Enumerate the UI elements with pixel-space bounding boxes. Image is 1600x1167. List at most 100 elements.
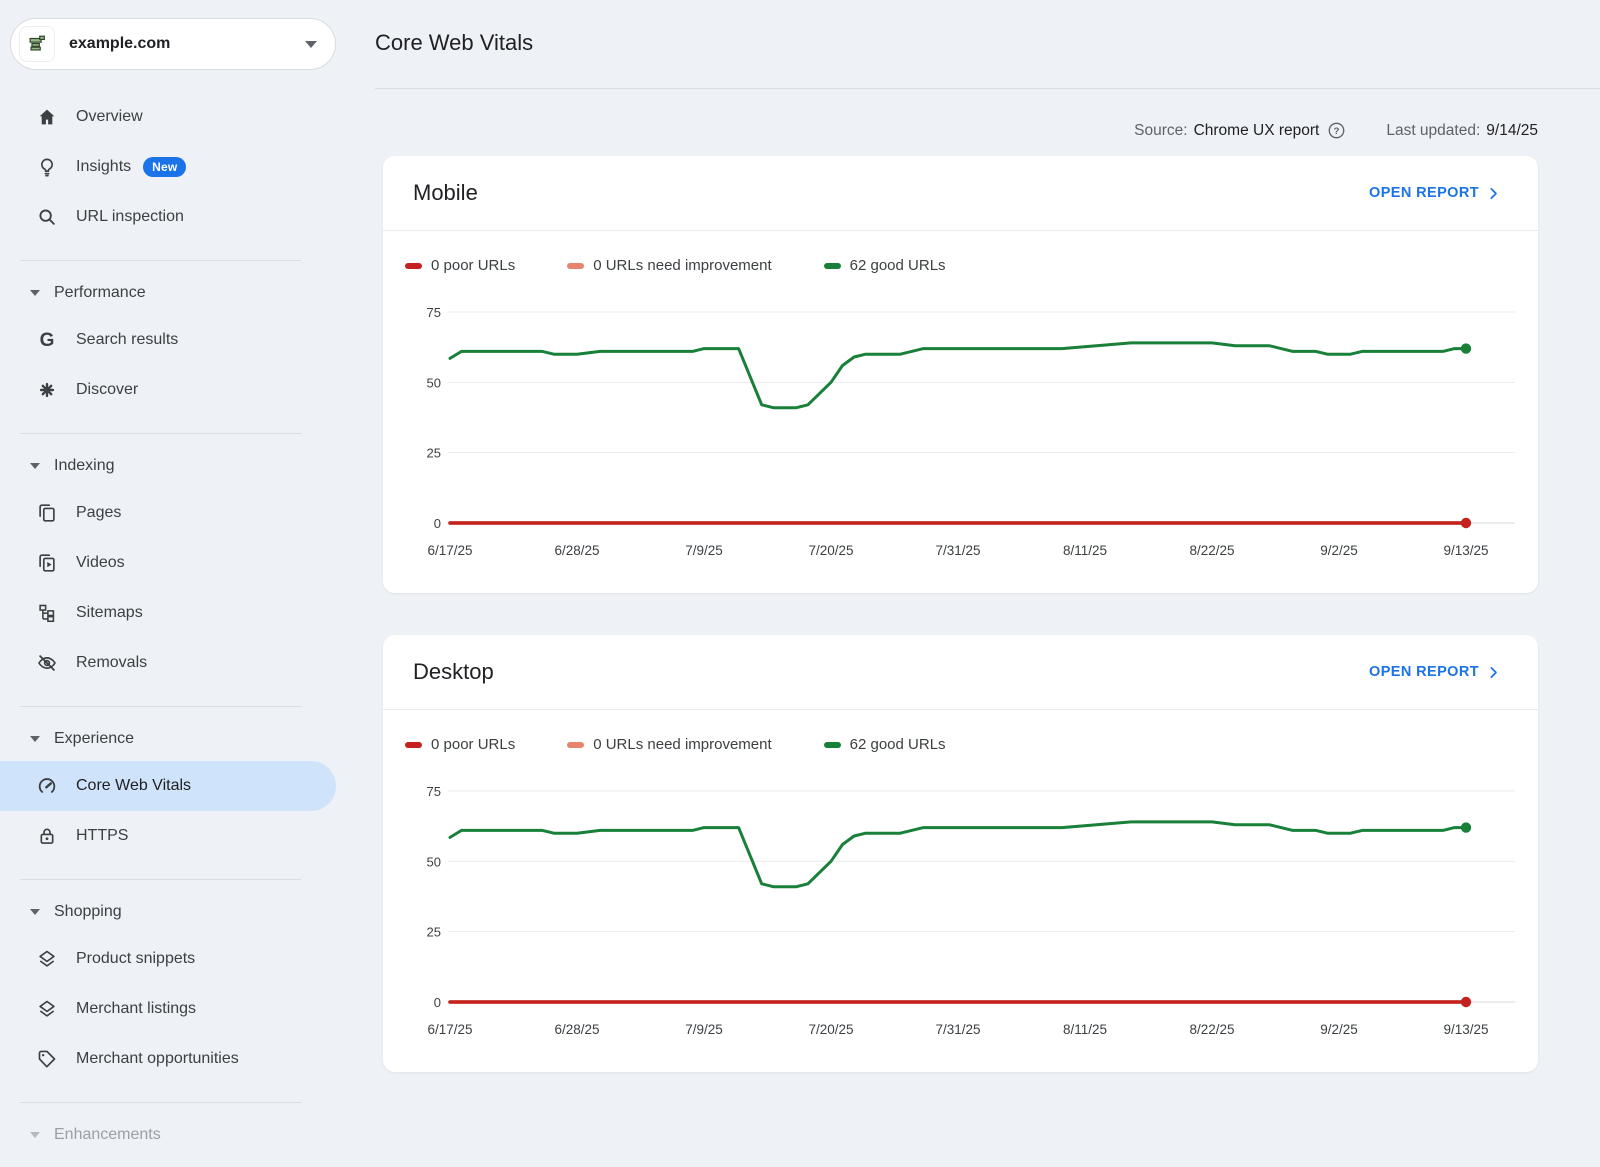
- sidebar-item-overview[interactable]: Overview: [0, 92, 336, 142]
- y-tick-label: 25: [427, 925, 441, 940]
- x-tick-label: 8/11/25: [1063, 1022, 1107, 1037]
- property-name: example.com: [69, 35, 305, 53]
- sidebar-item-label: Discover: [76, 381, 138, 399]
- sidebar-item-sitemaps[interactable]: Sitemaps: [0, 588, 336, 638]
- sidebar-item-search-results[interactable]: G Search results: [0, 315, 336, 365]
- source-link[interactable]: Chrome UX report: [1194, 122, 1320, 140]
- desktop-card: Desktop OPEN REPORT 0 poor URLs 0 URLs n…: [383, 635, 1538, 1072]
- card-title: Desktop: [413, 659, 494, 685]
- section-header-indexing[interactable]: Indexing: [0, 444, 336, 488]
- section-label: Indexing: [54, 457, 115, 475]
- section-header-enhancements[interactable]: Enhancements: [0, 1113, 336, 1157]
- x-tick-label: 7/20/25: [808, 1022, 853, 1037]
- y-tick-label: 50: [427, 854, 441, 869]
- layers-icon: [36, 998, 58, 1020]
- sidebar-item-merchant-opportunities[interactable]: Merchant opportunities: [0, 1034, 336, 1084]
- property-selector[interactable]: example.com: [10, 18, 336, 70]
- chevron-right-icon: [1485, 185, 1502, 202]
- sidebar-item-label: Merchant opportunities: [76, 1050, 239, 1068]
- x-tick-label: 6/17/25: [427, 1022, 472, 1037]
- x-tick-label: 6/28/25: [554, 543, 599, 558]
- search-icon: [36, 206, 58, 228]
- asterisk-icon: [36, 379, 58, 401]
- svg-text:?: ?: [1334, 126, 1340, 137]
- y-tick-label: 25: [427, 446, 441, 461]
- site-favicon: [19, 26, 55, 62]
- sidebar-nav: Overview Insights New URL ins: [0, 92, 336, 1157]
- good-urls-dash: [824, 742, 841, 748]
- x-tick-label: 9/13/25: [1443, 543, 1488, 558]
- tag-icon: [36, 1048, 58, 1070]
- x-tick-label: 7/9/25: [685, 1022, 723, 1037]
- google-g-icon: G: [36, 329, 58, 351]
- x-tick-label: 8/22/25: [1189, 1022, 1234, 1037]
- sidebar-item-pages[interactable]: Pages: [0, 488, 336, 538]
- mobile-card: Mobile OPEN REPORT 0 poor URLs 0 URLs ne…: [383, 156, 1538, 593]
- source-label: Source:: [1134, 122, 1187, 140]
- y-tick-label: 0: [434, 995, 441, 1010]
- header-divider: [375, 88, 1600, 89]
- sidebar-item-label: HTTPS: [76, 827, 128, 845]
- sidebar-item-discover[interactable]: Discover: [0, 365, 336, 415]
- section-header-shopping[interactable]: Shopping: [0, 890, 336, 934]
- open-report-button[interactable]: OPEN REPORT: [1369, 664, 1502, 681]
- sidebar-item-label: URL inspection: [76, 208, 184, 226]
- x-tick-label: 7/9/25: [685, 543, 723, 558]
- sidebar-item-removals[interactable]: Removals: [0, 638, 336, 688]
- y-tick-label: 75: [427, 305, 441, 320]
- sidebar-item-insights[interactable]: Insights New: [0, 142, 336, 192]
- sidebar-item-core-web-vitals[interactable]: Core Web Vitals: [0, 761, 336, 811]
- home-icon: [36, 106, 58, 128]
- legend-label: 0 URLs need improvement: [593, 736, 771, 753]
- sidebar-item-merchant-listings[interactable]: Merchant listings: [0, 984, 336, 1034]
- main-content: Core Web Vitals Source: Chrome UX report…: [336, 0, 1600, 1167]
- needs-improvement-dash: [567, 263, 584, 269]
- legend-item-good: 62 good URLs: [824, 736, 946, 753]
- sidebar-divider: [20, 879, 301, 880]
- sidebar-item-https[interactable]: HTTPS: [0, 811, 336, 861]
- legend-item-needs-improvement: 0 URLs need improvement: [567, 736, 771, 753]
- sidebar-item-label: Videos: [76, 554, 125, 572]
- sidebar-item-label: Overview: [76, 108, 143, 126]
- sidebar-item-url-inspection[interactable]: URL inspection: [0, 192, 336, 242]
- sidebar-item-label: Core Web Vitals: [76, 777, 191, 795]
- open-report-button[interactable]: OPEN REPORT: [1369, 185, 1502, 202]
- speedometer-icon: [36, 775, 58, 797]
- series-line: [450, 822, 1466, 887]
- legend-item-poor: 0 poor URLs: [405, 736, 515, 753]
- report-meta: Source: Chrome UX report ? Last updated:…: [375, 121, 1538, 140]
- chevron-down-icon: [305, 41, 317, 48]
- sitemap-icon: [36, 602, 58, 624]
- sidebar-item-label: Removals: [76, 654, 147, 672]
- good-urls-dash: [824, 263, 841, 269]
- open-report-label: OPEN REPORT: [1369, 185, 1479, 201]
- legend-item-poor: 0 poor URLs: [405, 257, 515, 274]
- chart-legend: 0 poor URLs 0 URLs need improvement 62 g…: [403, 736, 1518, 753]
- legend-label: 0 poor URLs: [431, 736, 515, 753]
- legend-label: 0 URLs need improvement: [593, 257, 771, 274]
- lock-icon: [36, 825, 58, 847]
- sidebar-item-label: Product snippets: [76, 950, 195, 968]
- series-end-dot: [1461, 997, 1471, 1007]
- videos-icon: [36, 552, 58, 574]
- app-root: example.com Overview Insights New: [0, 0, 1600, 1167]
- poor-urls-dash: [405, 263, 422, 269]
- x-tick-label: 6/17/25: [427, 543, 472, 558]
- lightbulb-icon: [36, 156, 58, 178]
- legend-label: 62 good URLs: [850, 257, 946, 274]
- legend-label: 62 good URLs: [850, 736, 946, 753]
- sidebar-item-product-snippets[interactable]: Product snippets: [0, 934, 336, 984]
- section-label: Experience: [54, 730, 134, 748]
- help-icon[interactable]: ?: [1327, 121, 1346, 140]
- x-tick-label: 6/28/25: [554, 1022, 599, 1037]
- sidebar-item-label: Search results: [76, 331, 178, 349]
- collapse-triangle-icon: [30, 463, 40, 469]
- card-body: 0 poor URLs 0 URLs need improvement 62 g…: [383, 710, 1538, 1072]
- sidebar-item-videos[interactable]: Videos: [0, 538, 336, 588]
- section-header-experience[interactable]: Experience: [0, 717, 336, 761]
- pages-icon: [36, 502, 58, 524]
- chevron-right-icon: [1485, 664, 1502, 681]
- sidebar: example.com Overview Insights New: [0, 0, 336, 1167]
- y-tick-label: 75: [427, 784, 441, 799]
- section-header-performance[interactable]: Performance: [0, 271, 336, 315]
